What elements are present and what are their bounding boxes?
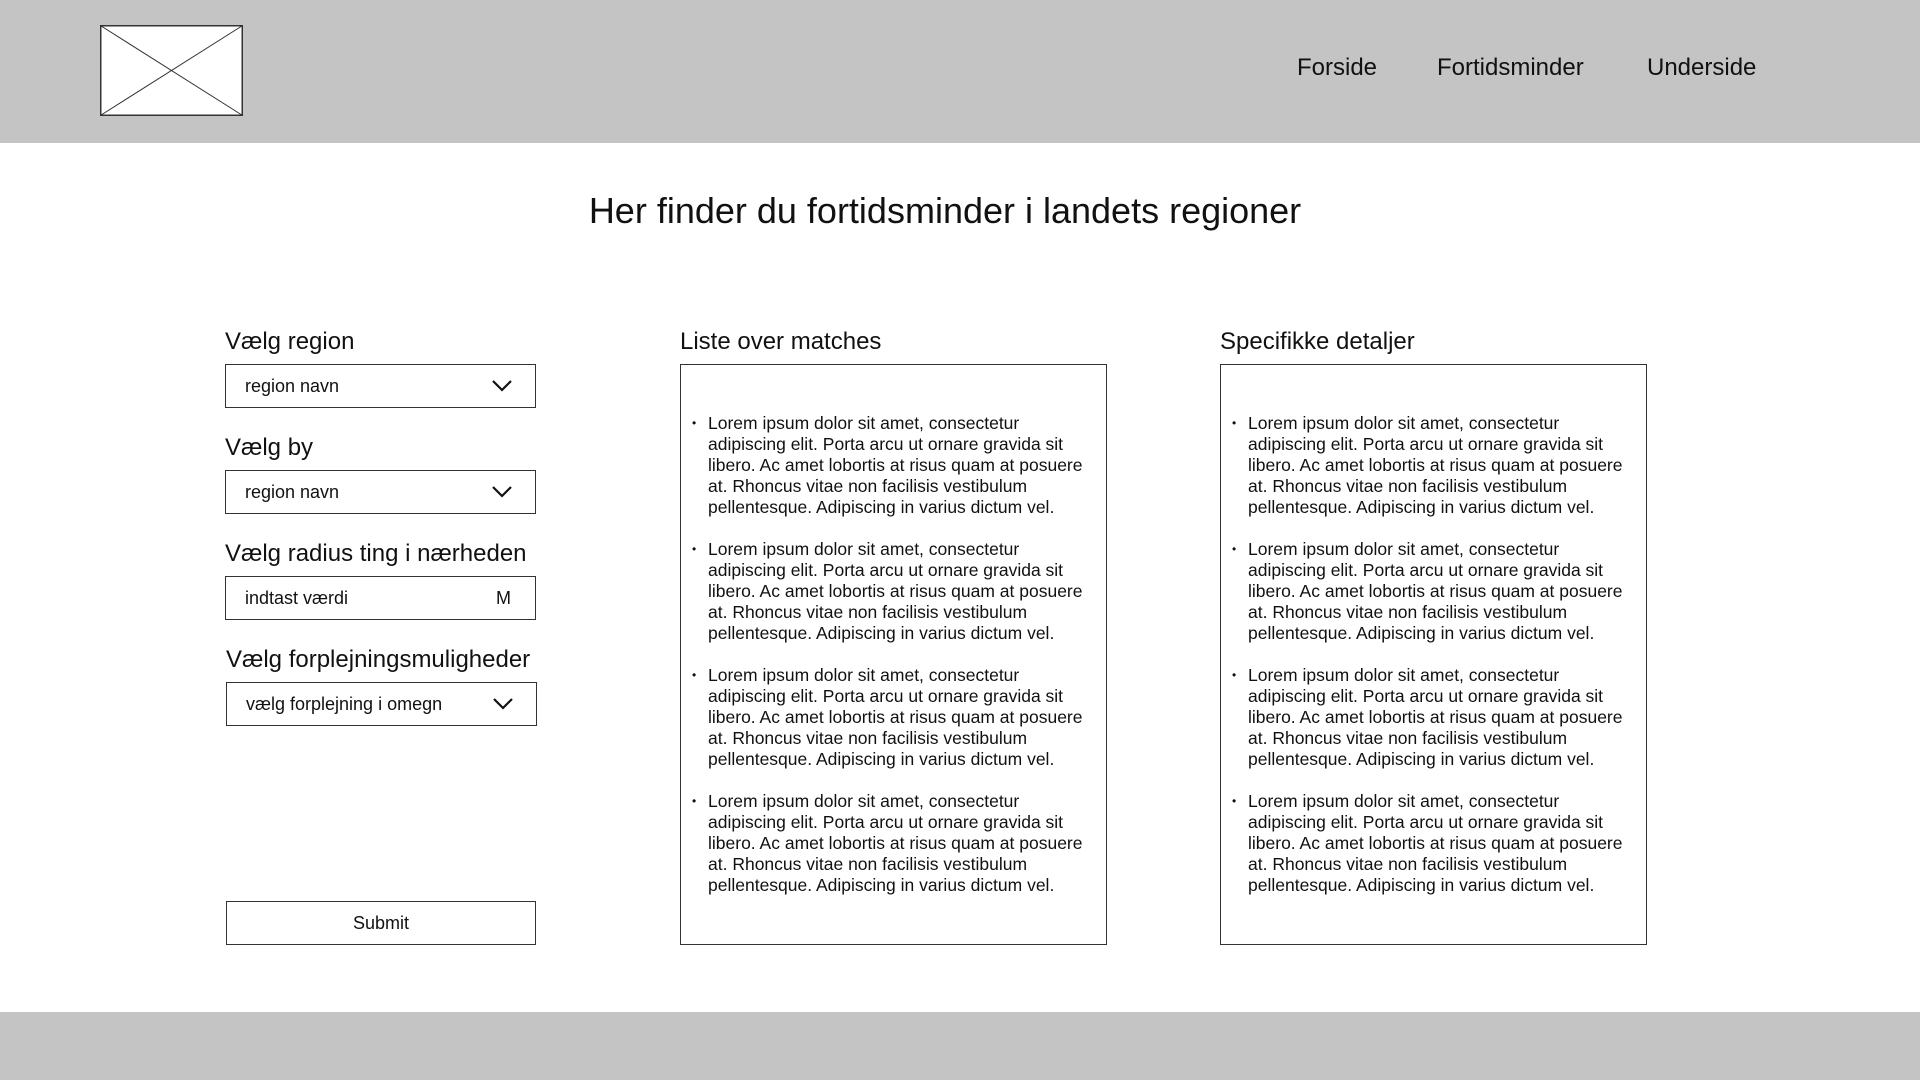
radius-unit: M <box>496 587 511 608</box>
catering-label: Vælg forplejningsmuligheder <box>226 646 531 673</box>
nav-forside[interactable]: Forside <box>1297 54 1377 82</box>
page-title: Her finder du fortidsminder i landets re… <box>588 190 1302 231</box>
list-item[interactable]: Lorem ipsum dolor sit amet, consectetur … <box>692 413 1098 518</box>
nav-underside[interactable]: Underside <box>1647 54 1756 82</box>
matches-list-panel[interactable]: Lorem ipsum dolor sit amet, consectetur … <box>680 364 1107 945</box>
region-select[interactable]: region navn <box>225 364 536 408</box>
list-item: Lorem ipsum dolor sit amet, consectetur … <box>1232 539 1638 644</box>
list-item: Lorem ipsum dolor sit amet, consectetur … <box>1232 791 1638 896</box>
region-label: Vælg region <box>225 328 355 355</box>
city-select-value: region navn <box>245 481 340 502</box>
city-label: Vælg by <box>225 434 314 461</box>
site-header: Forside Fortidsminder Underside <box>0 0 1920 143</box>
region-select-value: region navn <box>245 375 340 396</box>
chevron-down-icon <box>493 698 513 710</box>
radius-input[interactable]: indtast værdi M <box>225 576 536 620</box>
list-item[interactable]: Lorem ipsum dolor sit amet, consectetur … <box>692 665 1098 770</box>
submit-button[interactable]: Submit <box>226 901 536 945</box>
list-item[interactable]: Lorem ipsum dolor sit amet, consectetur … <box>692 791 1098 896</box>
radius-input-placeholder: indtast værdi <box>245 587 349 608</box>
matches-list: Lorem ipsum dolor sit amet, consectetur … <box>681 365 1106 896</box>
matches-title: Liste over matches <box>680 328 882 355</box>
nav-fortidsminder[interactable]: Fortidsminder <box>1437 54 1584 82</box>
catering-select[interactable]: vælg forplejning i omegn <box>226 682 537 726</box>
radius-label: Vælg radius ting i nærheden <box>225 540 527 567</box>
catering-select-value: vælg forplejning i omegn <box>246 693 443 714</box>
list-item[interactable]: Lorem ipsum dolor sit amet, consectetur … <box>692 539 1098 644</box>
chevron-down-icon <box>492 486 512 498</box>
details-title: Specifikke detaljer <box>1220 328 1415 355</box>
list-item: Lorem ipsum dolor sit amet, consectetur … <box>1232 413 1638 518</box>
list-item: Lorem ipsum dolor sit amet, consectetur … <box>1232 665 1638 770</box>
city-select[interactable]: region navn <box>225 470 536 514</box>
details-list: Lorem ipsum dolor sit amet, consectetur … <box>1221 365 1646 896</box>
details-panel: Lorem ipsum dolor sit amet, consectetur … <box>1220 364 1647 945</box>
site-footer <box>0 1012 1920 1080</box>
chevron-down-icon <box>492 380 512 392</box>
image-placeholder-icon[interactable] <box>100 25 243 116</box>
